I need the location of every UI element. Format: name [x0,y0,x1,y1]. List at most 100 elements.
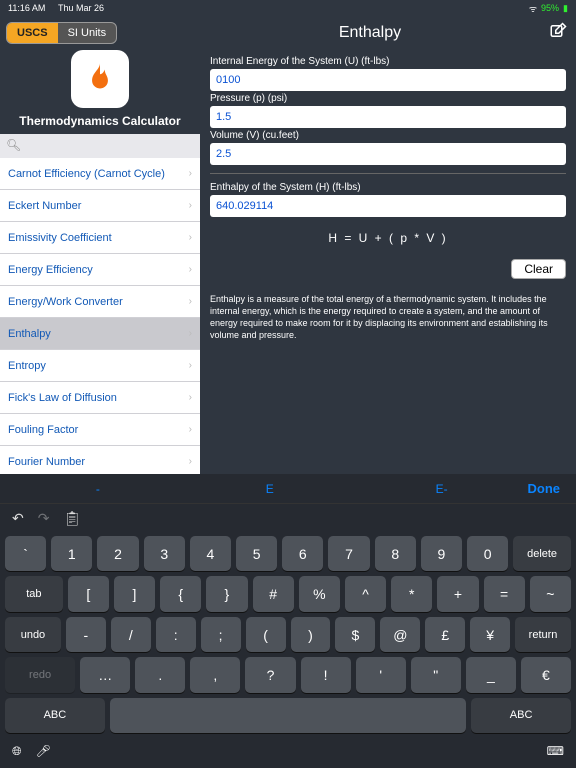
key-delete[interactable]: delete [513,536,571,571]
sidebar-item[interactable]: Carnot Efficiency (Carnot Cycle)› [0,158,200,190]
key[interactable]: € [521,657,571,692]
chevron-right-icon: › [189,296,192,307]
unit-uscs-button[interactable]: USCS [7,23,58,43]
key[interactable]: _ [466,657,516,692]
clear-button[interactable]: Clear [511,259,566,279]
key[interactable]: { [160,576,201,611]
kb-hint-3[interactable]: E- [356,482,528,496]
sidebar-item[interactable]: Emissivity Coefficient› [0,222,200,254]
key[interactable]: 8 [375,536,416,571]
key[interactable]: ] [114,576,155,611]
battery-indicator: 95% [541,3,559,13]
key[interactable]: ) [291,617,331,652]
key[interactable]: @ [380,617,420,652]
key[interactable]: " [411,657,461,692]
redo-icon[interactable]: ↷ [38,510,50,527]
key[interactable]: 2 [97,536,138,571]
key[interactable]: ? [245,657,295,692]
status-date: Thu Mar 26 [58,3,104,13]
key[interactable]: £ [425,617,465,652]
compose-icon[interactable] [540,22,576,45]
key[interactable]: : [156,617,196,652]
chevron-right-icon: › [189,328,192,339]
chevron-right-icon: › [189,264,192,275]
undo-icon[interactable]: ↶ [12,510,24,527]
sidebar-item[interactable]: Fouling Factor› [0,414,200,446]
sidebar-item[interactable]: Entropy› [0,350,200,382]
output-h[interactable] [210,195,566,217]
sidebar-item[interactable]: Eckert Number› [0,190,200,222]
key[interactable]: = [484,576,525,611]
key[interactable]: + [437,576,478,611]
key[interactable]: … [80,657,130,692]
key[interactable]: 0 [467,536,508,571]
key[interactable]: # [253,576,294,611]
content-pane: Internal Energy of the System (U) (ft-lb… [200,50,576,474]
sidebar-item[interactable]: Energy/Work Converter› [0,286,200,318]
key-redo[interactable]: redo [5,657,75,692]
key[interactable]: , [190,657,240,692]
kb-done-button[interactable]: Done [527,481,564,496]
sidebar-item[interactable]: Energy Efficiency› [0,254,200,286]
wifi-icon: ᯤ [529,2,537,15]
unit-si-button[interactable]: SI Units [58,23,117,43]
key[interactable]: $ [335,617,375,652]
key[interactable]: 7 [328,536,369,571]
input-u[interactable] [210,69,566,91]
key[interactable]: 1 [51,536,92,571]
key[interactable]: 5 [236,536,277,571]
key[interactable]: ; [201,617,241,652]
sidebar: Thermodynamics Calculator 🔍︎ Carnot Effi… [0,50,200,474]
mic-icon[interactable]: 🎤︎ [36,744,51,758]
clipboard-icon[interactable]: 📋︎ [63,510,81,527]
sidebar-item[interactable]: Enthalpy› [0,318,200,350]
key[interactable]: % [299,576,340,611]
key[interactable]: } [206,576,247,611]
status-time: 11:16 AM [8,3,45,13]
key[interactable]: . [135,657,185,692]
description-text: Enthalpy is a measure of the total energ… [210,293,566,342]
kb-hint-1[interactable]: - [12,482,184,496]
keyboard: - E E- Done ↶ ↷ 📋︎ `1234567890delete tab[… [0,474,576,768]
chevron-right-icon: › [189,392,192,403]
key[interactable]: 9 [421,536,462,571]
key-space[interactable] [110,698,466,733]
output-h-label: Enthalpy of the System (H) (ft-lbs) [210,182,566,193]
input-v-label: Volume (V) (cu.feet) [210,130,566,141]
kb-hint-2[interactable]: E [184,482,356,496]
input-u-label: Internal Energy of the System (U) (ft-lb… [210,56,566,67]
key[interactable]: [ [68,576,109,611]
key[interactable]: 4 [190,536,231,571]
key-abc[interactable]: ABC [471,698,571,733]
key[interactable]: ! [301,657,351,692]
key[interactable]: ^ [345,576,386,611]
key[interactable]: 3 [144,536,185,571]
input-p[interactable] [210,106,566,128]
key[interactable]: 6 [282,536,323,571]
chevron-right-icon: › [189,168,192,179]
key[interactable]: * [391,576,432,611]
key-undo[interactable]: undo [5,617,61,652]
key-return[interactable]: return [515,617,571,652]
key-abc[interactable]: ABC [5,698,105,733]
search-wrap: 🔍︎ [0,134,200,158]
input-v[interactable] [210,143,566,165]
sidebar-list[interactable]: Carnot Efficiency (Carnot Cycle)›Eckert … [0,158,200,474]
key[interactable]: ' [356,657,406,692]
globe-icon[interactable]: 🌐︎ [12,744,22,759]
key[interactable]: ¥ [470,617,510,652]
app-name: Thermodynamics Calculator [0,114,200,128]
key[interactable]: ` [5,536,46,571]
key[interactable]: / [111,617,151,652]
sidebar-item[interactable]: Fourier Number› [0,446,200,474]
keyboard-icon[interactable]: ⌨ [547,744,564,758]
key[interactable]: - [66,617,106,652]
key-tab[interactable]: tab [5,576,63,611]
key[interactable]: ( [246,617,286,652]
search-input[interactable] [0,134,200,158]
page-title: Enthalpy [200,24,540,42]
sidebar-item[interactable]: Fick's Law of Diffusion› [0,382,200,414]
status-bar: 11:16 AM Thu Mar 26 ᯤ 95% ▮ [0,0,576,16]
chevron-right-icon: › [189,200,192,211]
key[interactable]: ~ [530,576,571,611]
